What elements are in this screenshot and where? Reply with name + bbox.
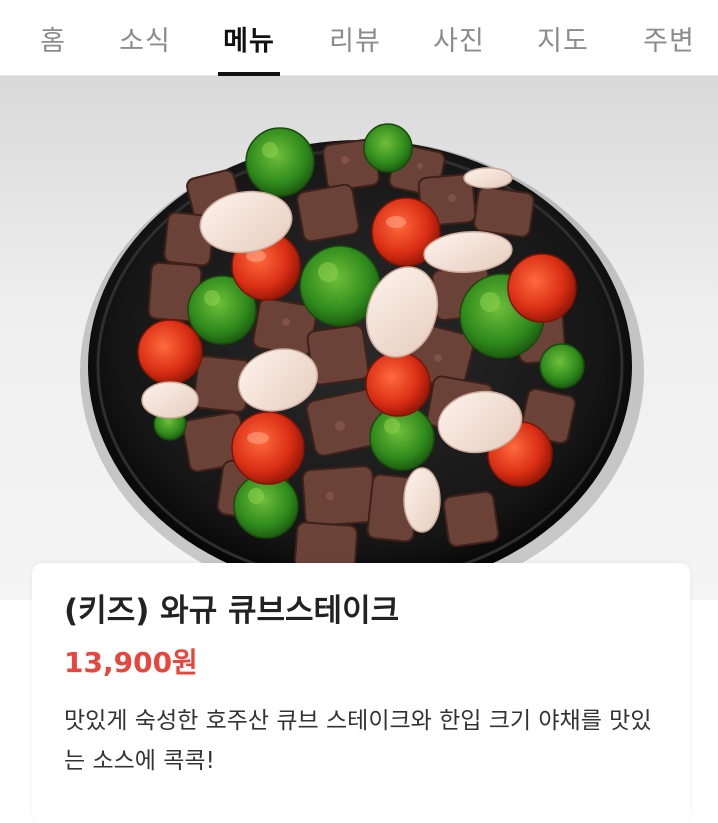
steak-plate-illustration xyxy=(80,123,644,600)
tab-menu[interactable]: 메뉴 xyxy=(218,0,280,76)
menu-title: (키즈) 와규 큐브스테이크 xyxy=(64,593,400,629)
tab-bar: 홈 소식 메뉴 리뷰 사진 지도 주변 xyxy=(0,0,718,76)
menu-info-card: (키즈) 와규 큐브스테이크 13,900원 맛있게 숙성한 호주산 큐브 스테… xyxy=(32,563,690,823)
tab-photos[interactable]: 사진 xyxy=(426,0,492,76)
menu-price: 13,900원 xyxy=(64,646,198,679)
tab-map[interactable]: 지도 xyxy=(532,0,594,76)
tab-reviews[interactable]: 리뷰 xyxy=(322,0,388,76)
tab-news[interactable]: 소식 xyxy=(112,0,178,76)
menu-photo[interactable] xyxy=(0,76,718,600)
tab-nearby[interactable]: 주변 xyxy=(636,0,702,76)
menu-description: 맛있게 숙성한 호주산 큐브 스테이크와 한입 크기 야채를 맛있는 소스에 콕… xyxy=(64,708,652,774)
tab-home[interactable]: 홈 xyxy=(22,0,84,76)
